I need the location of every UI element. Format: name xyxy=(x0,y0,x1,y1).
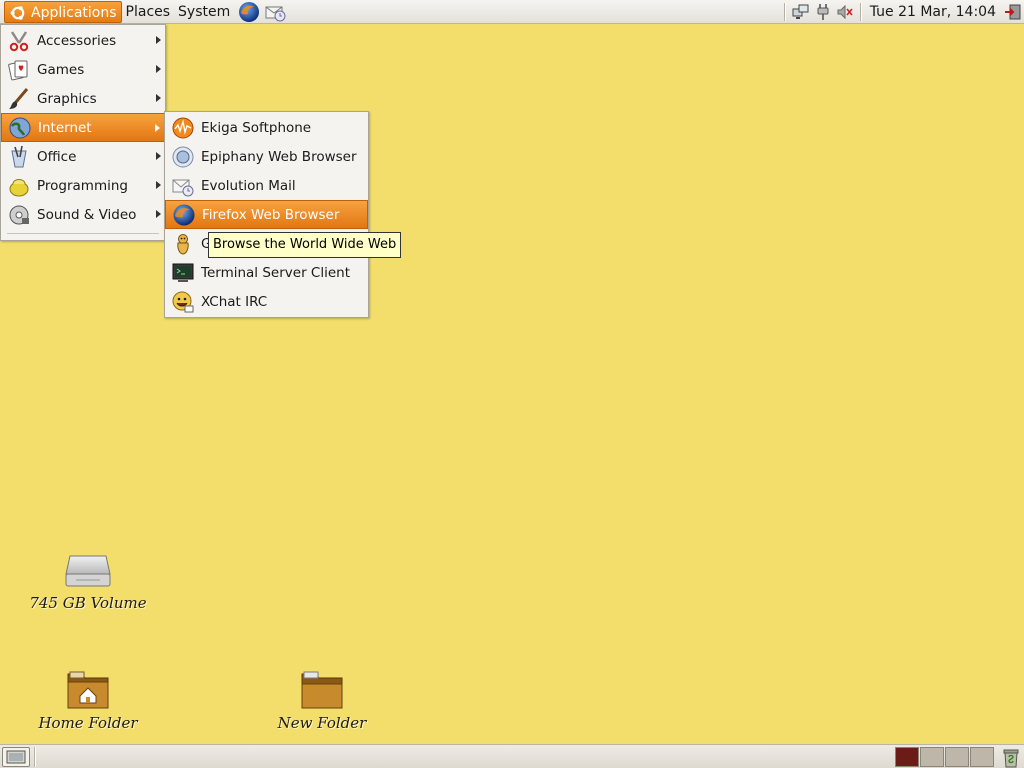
menu-item-games[interactable]: Games xyxy=(1,55,165,84)
menu-item-label: Accessories xyxy=(37,32,117,49)
submenu-arrow-icon xyxy=(156,65,161,73)
panel-separator xyxy=(783,3,786,21)
menu-item-ekiga[interactable]: Ekiga Softphone xyxy=(165,113,368,142)
submenu-arrow-icon xyxy=(156,36,161,44)
notification-area: Tue 21 Mar, 14:04 xyxy=(780,0,1024,24)
ubuntu-logo-icon xyxy=(10,6,25,20)
volume-muted-icon[interactable] xyxy=(836,3,854,21)
desktop-icon-label: Home Folder xyxy=(38,714,138,732)
submenu-arrow-icon xyxy=(156,181,161,189)
workspace-switcher xyxy=(895,747,995,767)
desktop-icon-volume[interactable]: 745 GB Volume xyxy=(8,552,168,612)
menu-item-programming[interactable]: Programming xyxy=(1,171,165,200)
programming-icon xyxy=(9,178,29,196)
menu-bar: Applications Places System xyxy=(0,0,286,24)
menu-item-terminal-server-client[interactable]: Terminal Server Client xyxy=(165,258,368,287)
gaim-icon xyxy=(177,233,189,255)
menu-item-label: Graphics xyxy=(37,90,97,107)
menu-item-office[interactable]: Office xyxy=(1,142,165,171)
ekiga-icon xyxy=(172,117,194,138)
applications-menu[interactable]: Applications xyxy=(4,1,122,23)
menu-item-sound-video[interactable]: Sound & Video xyxy=(1,200,165,229)
show-desktop-button[interactable] xyxy=(2,747,30,767)
places-menu[interactable]: Places xyxy=(122,1,175,23)
menu-item-accessories[interactable]: Accessories xyxy=(1,26,165,55)
menu-item-internet[interactable]: Internet xyxy=(1,113,165,142)
applications-menu-wrapper: Applications xyxy=(0,1,122,23)
terminal-server-icon xyxy=(172,263,194,282)
applications-dropdown: Accessories Games Graphics Internet Offi… xyxy=(0,24,166,241)
submenu-arrow-icon xyxy=(156,210,161,218)
games-icon xyxy=(8,60,28,80)
workspace-4[interactable] xyxy=(970,747,994,767)
evolution-icon xyxy=(172,179,194,196)
accessories-icon xyxy=(9,30,29,51)
menu-item-label: XChat IRC xyxy=(201,293,268,310)
graphics-icon xyxy=(9,87,29,109)
submenu-arrow-icon xyxy=(156,152,161,160)
menu-item-firefox[interactable]: Firefox Web Browser xyxy=(165,200,368,229)
desktop-icon-label: 745 GB Volume xyxy=(29,594,147,612)
desktop-icon-label: New Folder xyxy=(277,714,367,732)
workspace-3[interactable] xyxy=(945,747,969,767)
menu-item-label: Office xyxy=(37,148,77,165)
logout-icon[interactable] xyxy=(1004,3,1022,21)
menu-item-label: Evolution Mail xyxy=(201,177,296,194)
hard-drive-icon xyxy=(65,555,111,587)
menu-item-label: Epiphany Web Browser xyxy=(201,148,357,165)
menu-item-epiphany[interactable]: Epiphany Web Browser xyxy=(165,142,368,171)
panel-separator xyxy=(34,747,36,767)
folder-icon xyxy=(301,671,343,709)
sound-video-icon xyxy=(9,205,29,224)
network-icon[interactable] xyxy=(792,3,810,21)
show-desktop-icon xyxy=(6,750,26,764)
menu-item-label: Games xyxy=(37,61,85,78)
workspace-1[interactable] xyxy=(895,747,919,767)
tooltip: Browse the World Wide Web xyxy=(208,232,402,258)
internet-icon xyxy=(9,117,31,138)
menu-item-graphics[interactable]: Graphics xyxy=(1,84,165,113)
firefox-icon xyxy=(173,204,195,225)
menu-item-label: Internet xyxy=(38,119,92,136)
workspace-2[interactable] xyxy=(920,747,944,767)
menu-item-xchat[interactable]: XChat IRC xyxy=(165,287,368,316)
menu-item-label: Programming xyxy=(37,177,128,194)
office-icon xyxy=(11,145,27,167)
submenu-arrow-icon xyxy=(156,94,161,102)
epiphany-icon xyxy=(172,146,194,167)
submenu-arrow-icon xyxy=(155,124,160,132)
menu-item-label: Sound & Video xyxy=(37,206,137,223)
power-icon[interactable] xyxy=(814,3,832,21)
desktop-icon-home-folder[interactable]: Home Folder xyxy=(8,670,168,732)
applications-label: Applications xyxy=(31,5,117,21)
menu-separator xyxy=(7,233,159,234)
menu-item-evolution[interactable]: Evolution Mail xyxy=(165,171,368,200)
top-panel: Applications Places System Tue 21 Mar, 1… xyxy=(0,0,1024,24)
menu-item-label: Ekiga Softphone xyxy=(201,119,312,136)
trash-icon[interactable] xyxy=(1000,746,1022,768)
evolution-launcher-icon[interactable] xyxy=(264,1,286,23)
system-menu[interactable]: System xyxy=(174,1,234,23)
bottom-panel xyxy=(0,744,1024,768)
firefox-launcher-icon[interactable] xyxy=(238,1,260,23)
clock[interactable]: Tue 21 Mar, 14:04 xyxy=(866,4,1002,20)
panel-separator xyxy=(859,3,862,21)
menu-item-label: Terminal Server Client xyxy=(201,264,350,281)
menu-item-label: Firefox Web Browser xyxy=(202,206,340,223)
home-folder-icon xyxy=(67,671,109,709)
internet-submenu: Ekiga Softphone Epiphany Web Browser Evo… xyxy=(164,111,369,318)
desktop-icon-new-folder[interactable]: New Folder xyxy=(242,670,402,732)
xchat-icon xyxy=(172,291,194,312)
